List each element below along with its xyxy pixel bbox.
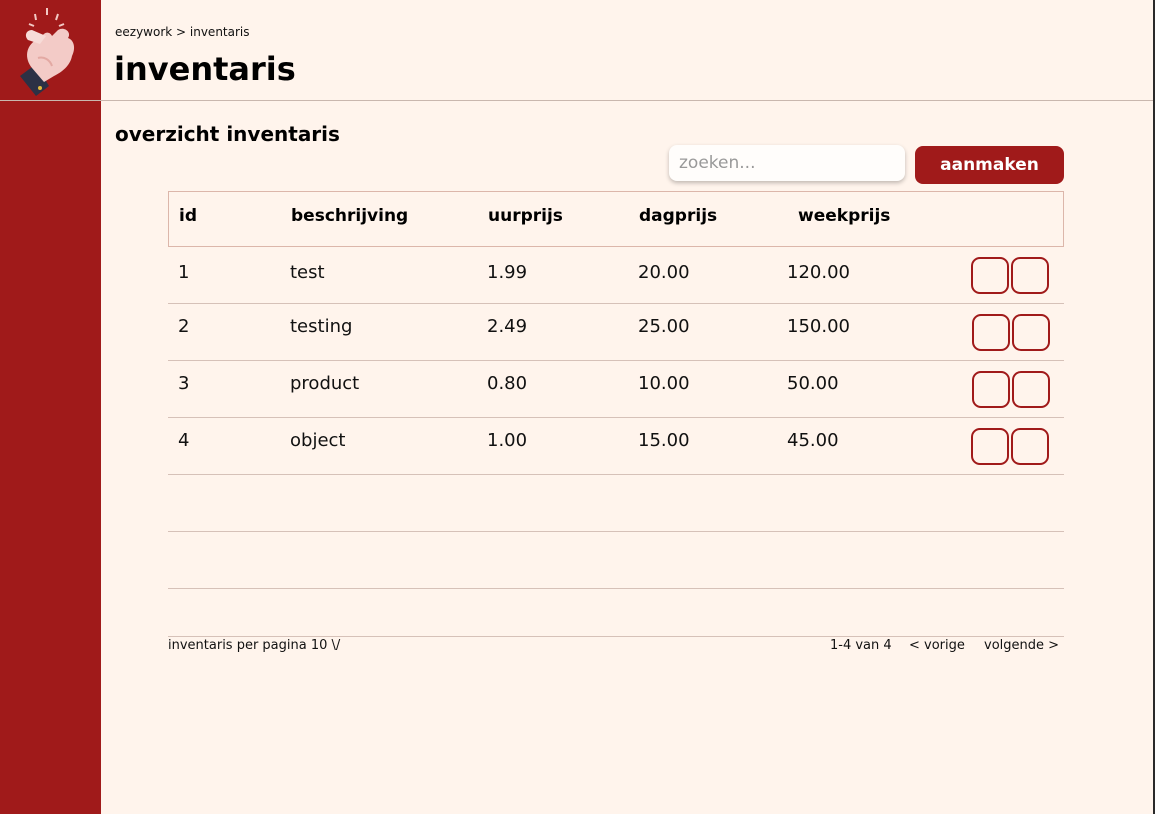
previous-page-link[interactable]: < vorige <box>909 638 965 653</box>
cell-beschrijving: product <box>290 373 360 394</box>
cell-beschrijving: test <box>290 262 325 283</box>
column-header-dagprijs[interactable]: dagprijs <box>639 206 717 226</box>
next-page-link[interactable]: volgende > <box>984 638 1059 653</box>
column-header-weekprijs[interactable]: weekprijs <box>798 206 890 226</box>
cell-uurprijs: 2.49 <box>487 316 528 337</box>
delete-button[interactable] <box>1011 257 1049 294</box>
table-row: 1 test 1.99 20.00 120.00 <box>168 247 1064 304</box>
section-title: overzicht inventaris <box>115 122 340 146</box>
cell-uurprijs: 1.99 <box>487 262 528 283</box>
empty-row <box>168 532 1064 589</box>
cell-uurprijs: 1.00 <box>487 430 528 451</box>
column-header-beschrijving[interactable]: beschrijving <box>291 206 408 226</box>
table-header: id beschrijving uurprijs dagprijs weekpr… <box>168 191 1064 247</box>
delete-button[interactable] <box>1012 314 1050 351</box>
create-button[interactable]: aanmaken <box>915 146 1064 184</box>
edit-button[interactable] <box>972 314 1010 351</box>
delete-button[interactable] <box>1011 428 1049 465</box>
cell-uurprijs: 0.80 <box>487 373 528 394</box>
page-title: inventaris <box>114 50 296 88</box>
edit-button[interactable] <box>972 371 1010 408</box>
search-input[interactable]: zoeken... <box>669 145 905 181</box>
sidebar <box>0 0 101 814</box>
cell-weekprijs: 150.00 <box>787 316 850 337</box>
table-row: 4 object 1.00 15.00 45.00 <box>168 418 1064 475</box>
cell-beschrijving: testing <box>290 316 353 337</box>
breadcrumb: eezywork > inventaris <box>115 25 250 39</box>
header-divider <box>0 100 1155 101</box>
cell-dagprijs: 15.00 <box>638 430 690 451</box>
cell-weekprijs: 120.00 <box>787 262 850 283</box>
pagination-range: 1-4 van 4 <box>830 638 892 653</box>
table-row: 2 testing 2.49 25.00 150.00 <box>168 304 1064 361</box>
per-page-select[interactable]: inventaris per pagina 10 \/ <box>168 638 340 653</box>
table-row: 3 product 0.80 10.00 50.00 <box>168 361 1064 418</box>
column-header-uurprijs[interactable]: uurprijs <box>488 206 563 226</box>
cell-id: 3 <box>178 373 190 394</box>
cell-beschrijving: object <box>290 430 346 451</box>
column-header-id[interactable]: id <box>179 206 197 226</box>
edit-button[interactable] <box>971 257 1009 294</box>
cell-dagprijs: 20.00 <box>638 262 690 283</box>
delete-button[interactable] <box>1012 371 1050 408</box>
cell-id: 1 <box>178 262 190 283</box>
pagination-divider <box>168 636 1064 637</box>
pointing-hand-icon[interactable] <box>14 6 84 96</box>
inventory-table: id beschrijving uurprijs dagprijs weekpr… <box>168 191 1064 589</box>
cell-weekprijs: 50.00 <box>787 373 839 394</box>
cell-id: 4 <box>178 430 190 451</box>
cell-dagprijs: 25.00 <box>638 316 690 337</box>
empty-row <box>168 475 1064 532</box>
cell-dagprijs: 10.00 <box>638 373 690 394</box>
cell-weekprijs: 45.00 <box>787 430 839 451</box>
edit-button[interactable] <box>971 428 1009 465</box>
cell-id: 2 <box>178 316 190 337</box>
